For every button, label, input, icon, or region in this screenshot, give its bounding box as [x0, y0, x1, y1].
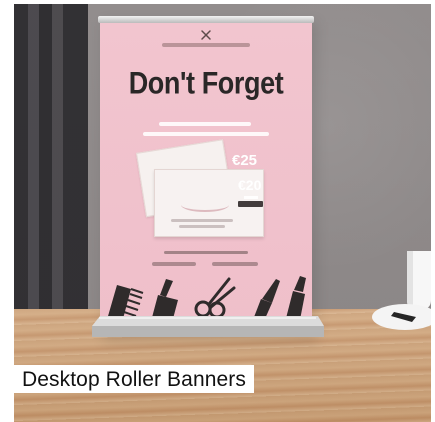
- razor-blade: [262, 279, 280, 303]
- price-tag: [238, 201, 263, 207]
- product-photo: Don't Forget €25 €20: [14, 4, 431, 422]
- voucher-line: [171, 219, 233, 222]
- product-caption: Desktop Roller Banners: [14, 365, 254, 393]
- off-label: [244, 196, 258, 199]
- price-primary: €25: [232, 152, 258, 169]
- logo-text: [162, 43, 250, 47]
- image-frame: Don't Forget €25 €20 Desktop Roller Bann…: [0, 0, 435, 422]
- scissors-icon: [201, 30, 211, 40]
- banner-subtext-line: [159, 122, 251, 126]
- banner-subtext-line: [143, 132, 269, 136]
- banner-stand-base: [92, 316, 324, 337]
- curtain: [14, 4, 88, 329]
- brush-handle: [160, 279, 173, 297]
- price-secondary: €20: [238, 177, 262, 193]
- roller-banner: Don't Forget €25 €20: [100, 23, 312, 331]
- voucher-script: [181, 198, 229, 212]
- banner-subtext: [143, 122, 269, 140]
- banner-headline: Don't Forget: [128, 65, 284, 101]
- voucher-lines: [171, 219, 233, 229]
- clipper-top: [294, 276, 306, 292]
- contact-line: [164, 251, 248, 254]
- banner-pole: [98, 16, 314, 23]
- voucher-line: [179, 225, 225, 228]
- stand-front: [92, 326, 324, 337]
- saucer: [372, 304, 431, 330]
- social-line-left: [152, 262, 196, 266]
- social-line-right: [212, 262, 258, 266]
